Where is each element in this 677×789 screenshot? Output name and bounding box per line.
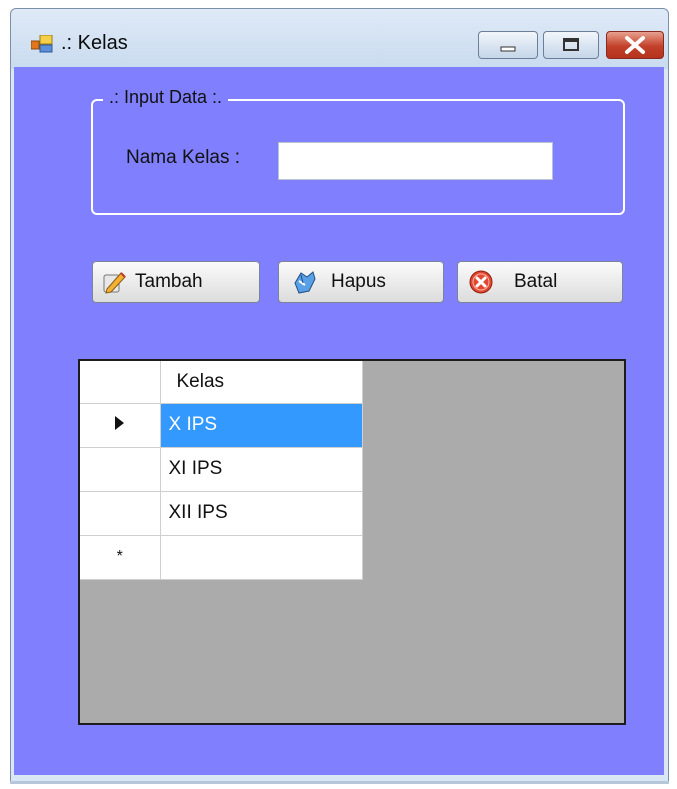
window-title: .: Kelas	[61, 32, 128, 54]
grid-corner-cell[interactable]	[80, 361, 161, 404]
maximize-button[interactable]	[543, 31, 599, 59]
row-header[interactable]	[80, 491, 161, 536]
current-row-arrow-icon	[115, 415, 125, 430]
close-icon	[625, 36, 645, 54]
row-header[interactable]	[80, 403, 161, 448]
grid-table: Kelas X IPS XI IPS XII IPS *	[80, 361, 363, 580]
window-bottom-edge	[10, 781, 669, 784]
new-row-marker[interactable]: *	[80, 535, 161, 580]
table-row[interactable]: X IPS	[80, 403, 363, 448]
minimize-icon	[500, 46, 516, 52]
maximize-icon	[563, 38, 579, 51]
tambah-label: Tambah	[135, 271, 203, 292]
kelas-window: .: Kelas .: Input Data :. Nama Kelas : T…	[10, 8, 669, 782]
group-legend: .: Input Data :.	[103, 87, 229, 108]
tambah-button[interactable]: Tambah	[92, 261, 260, 303]
nama-kelas-input[interactable]	[278, 142, 553, 180]
close-button[interactable]	[606, 31, 664, 59]
grid-cell[interactable]: XII IPS	[160, 491, 363, 536]
edit-pencil-icon	[103, 272, 126, 294]
kelas-data-grid[interactable]: Kelas X IPS XI IPS XII IPS *	[78, 359, 626, 725]
column-header-kelas[interactable]: Kelas	[160, 361, 363, 404]
table-row[interactable]: XI IPS	[80, 447, 363, 492]
batal-button[interactable]: Batal	[457, 261, 623, 303]
eraser-hand-icon	[294, 271, 316, 294]
app-form-icon	[31, 35, 53, 53]
nama-kelas-label: Nama Kelas :	[126, 147, 241, 168]
table-row[interactable]: XII IPS	[80, 491, 363, 536]
hapus-label: Hapus	[331, 271, 386, 292]
hapus-button[interactable]: Hapus	[278, 261, 444, 303]
grid-cell-new[interactable]	[160, 535, 363, 580]
new-row[interactable]: *	[80, 535, 363, 580]
form-client-area: .: Input Data :. Nama Kelas : Tambah Hap…	[14, 67, 664, 775]
minimize-button[interactable]	[478, 31, 538, 59]
grid-cell[interactable]: XI IPS	[160, 447, 363, 492]
input-data-group: .: Input Data :. Nama Kelas :	[91, 87, 625, 215]
grid-header-row: Kelas	[80, 361, 363, 404]
row-header[interactable]	[80, 447, 161, 492]
batal-label: Batal	[514, 271, 558, 292]
grid-cell[interactable]: X IPS	[160, 403, 363, 448]
title-bar[interactable]: .: Kelas	[11, 9, 668, 69]
cancel-x-icon	[469, 270, 493, 294]
